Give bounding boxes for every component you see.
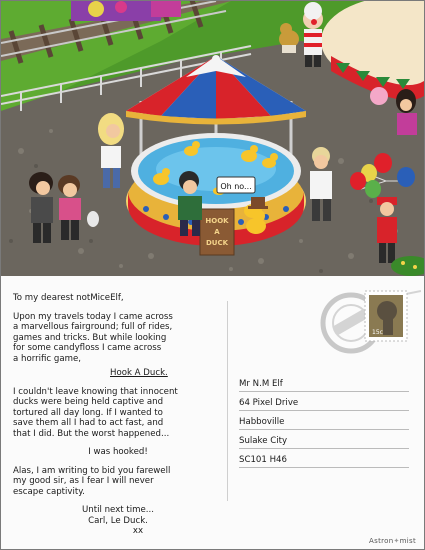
kisses: xx [132, 526, 144, 536]
address-town: Habboville [239, 417, 409, 430]
para2-line: that I did. But the worst happened... [13, 428, 170, 439]
stamp-value: 15c [372, 329, 383, 336]
postcard-divider [227, 301, 228, 501]
para2-line: I couldn't leave knowing that innocent [13, 386, 178, 397]
para1-line: a marvellous fairground; full of rides, [13, 322, 173, 332]
address-street: 64 Pixel Drive [239, 398, 409, 411]
stamp: 15c [364, 290, 408, 342]
paragraph-3: Alas, I am writing to bid you farewell m… [13, 466, 223, 498]
signoff: Until next time... [82, 505, 154, 515]
para3-line: my good sir, as I fear I will never [13, 476, 154, 486]
signoff-block: Until next time... Carl, Le Duck. xx [13, 505, 223, 537]
address-city: Sulake City [239, 436, 409, 449]
speech-bubble-text: Oh no... [220, 182, 251, 191]
signature: Carl, Le Duck. [88, 515, 148, 526]
sign-line-1: HOOK [205, 217, 229, 225]
game-name-line: Hook A Duck. [13, 368, 223, 379]
artist-credit: Astron✦mist [369, 537, 416, 545]
para1-line: for some candyfloss I came across [13, 343, 162, 353]
paragraph-1: Upon my travels today I came across a ma… [13, 312, 223, 365]
postcard: HOOK A DUCK Oh no... To my dearest notMi… [0, 0, 425, 550]
credit-suffix: mist [399, 537, 416, 545]
hook-a-duck-sign: HOOK A DUCK [199, 208, 235, 256]
postmark-and-stamp: 15c [320, 290, 421, 354]
greeting: To my dearest notMiceElf, [13, 293, 124, 303]
address-name: Mr N.M Elf [239, 379, 409, 392]
para1-line: games and tricks. But while looking [13, 332, 167, 343]
para1-line: a horrific game, [13, 353, 81, 364]
letter-body: To my dearest notMiceElf, Upon my travel… [13, 293, 223, 537]
sign-line-3: DUCK [206, 239, 229, 247]
para1-line: Upon my travels today I came across [13, 311, 173, 322]
paragraph-2: I couldn't leave knowing that innocent d… [13, 387, 223, 440]
game-name: Hook A Duck. [110, 368, 168, 378]
fairground-scene: HOOK A DUCK Oh no... [1, 1, 424, 276]
para3-line: escape captivity. [13, 486, 85, 497]
para2-line: save them all I had to act fast, and [13, 418, 164, 428]
para2-line: ducks were being held captive and [13, 397, 164, 407]
para2-line: tortured all day long. If I wanted to [13, 407, 163, 418]
hooked-line: I was hooked! [88, 447, 148, 457]
credit-prefix: Astron [369, 537, 394, 545]
address-postcode: SC101 H46 [239, 455, 409, 468]
para3-line: Alas, I am writing to bid you farewell [13, 465, 171, 476]
speech-bubble: Oh no... [216, 176, 256, 194]
sign-line-2: A [214, 228, 220, 236]
